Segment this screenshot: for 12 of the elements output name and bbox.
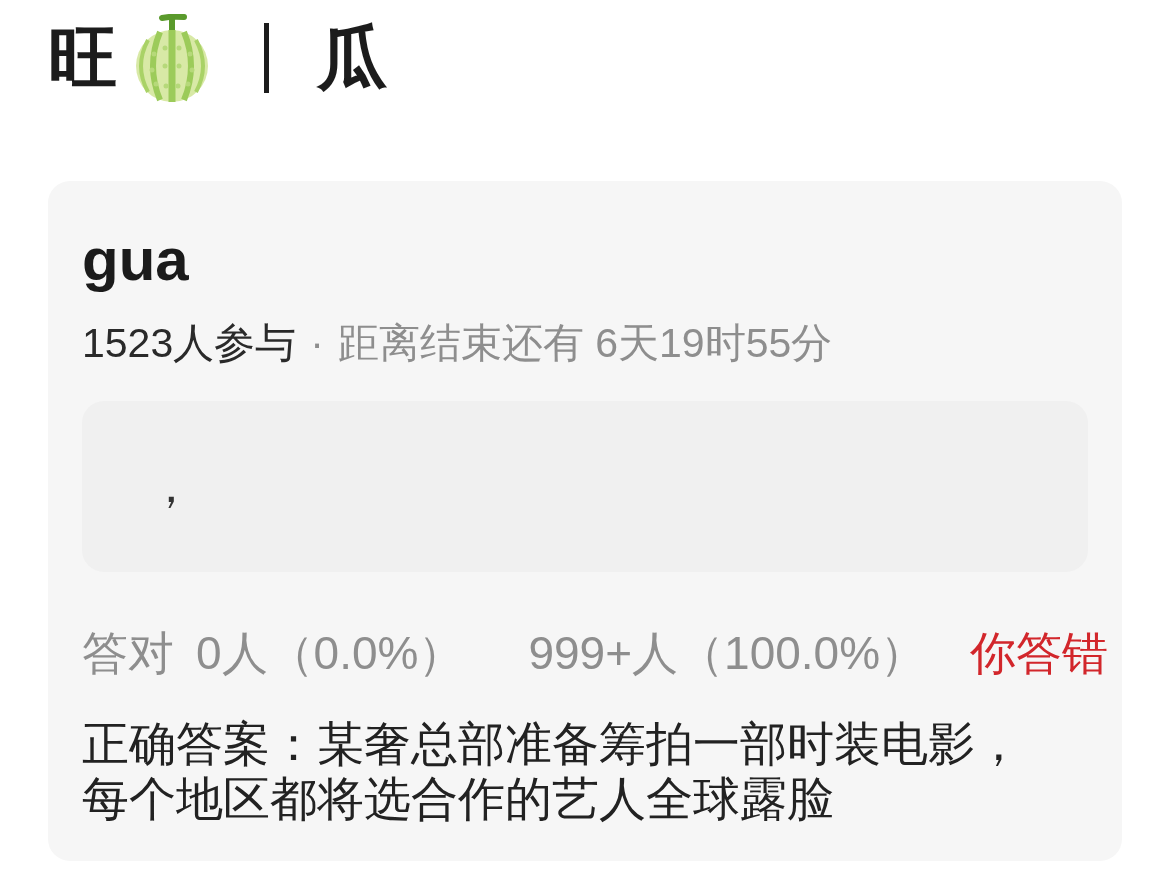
wrong-count: 999+人（100.0%） <box>528 626 927 681</box>
header-title: 瓜 <box>317 23 387 93</box>
header-title: 旺 <box>48 23 118 93</box>
stats-label: 答对 <box>82 626 174 681</box>
correct-count: 0人（0.0%） <box>196 626 465 681</box>
verdict-text: 你答错 <box>970 626 1109 681</box>
answer-option[interactable]: ， <box>82 401 1088 572</box>
countdown-text: 距离结束还有 6天19时55分 <box>337 319 833 368</box>
quiz-title: gua <box>82 225 190 295</box>
correct-answer-text: 正确答案：某奢总部准备筹拍一部时装电影，每个地区都将选合作的艺人全球露脸 <box>82 716 1023 826</box>
participant-count: 1523人参与 <box>82 319 297 368</box>
separator-dot: · <box>310 319 324 368</box>
